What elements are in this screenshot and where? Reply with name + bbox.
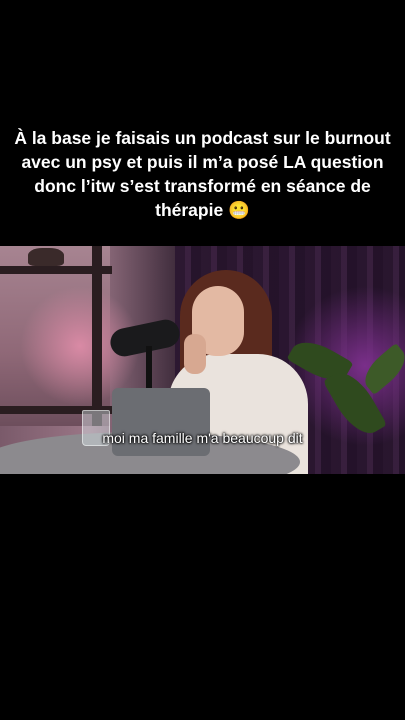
- vase: [28, 248, 64, 266]
- person-hand: [184, 334, 206, 374]
- microphone-stand: [146, 346, 152, 390]
- video-frame[interactable]: moi ma famille m'a beaucoup dit: [0, 246, 405, 474]
- shelf-post: [92, 246, 102, 426]
- post-caption: À la base je faisais un podcast sur le b…: [10, 126, 395, 223]
- video-subtitle: moi ma famille m'a beaucoup dit: [102, 430, 303, 446]
- caption-text: À la base je faisais un podcast sur le b…: [14, 128, 391, 220]
- grimace-emoji-icon: 😬: [228, 201, 250, 221]
